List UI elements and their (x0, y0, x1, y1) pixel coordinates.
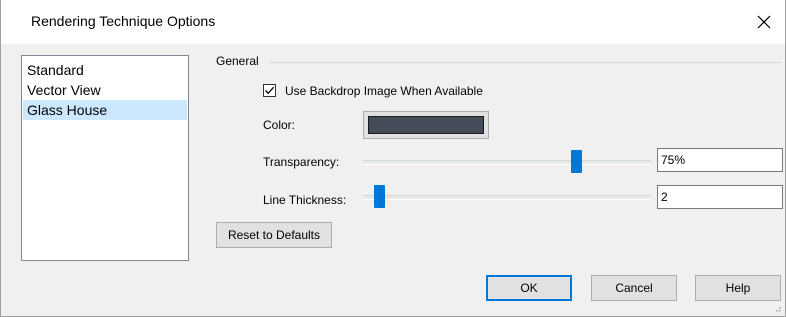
help-button[interactable]: Help (695, 275, 781, 301)
transparency-slider[interactable] (363, 150, 651, 174)
resize-grip-icon[interactable] (771, 302, 781, 312)
transparency-slider-track (363, 160, 651, 165)
check-icon (265, 86, 275, 95)
color-picker-button[interactable] (363, 111, 489, 139)
reset-to-defaults-button[interactable]: Reset to Defaults (216, 222, 332, 248)
transparency-input[interactable]: 75% (657, 148, 783, 172)
list-item-glass-house[interactable]: Glass House (23, 100, 187, 120)
line-thickness-input[interactable]: 2 (657, 185, 783, 209)
line-thickness-label: Line Thickness: (263, 193, 347, 207)
transparency-label: Transparency: (263, 155, 340, 169)
backdrop-checkbox[interactable] (263, 84, 276, 97)
group-divider (269, 62, 781, 63)
line-thickness-slider-track (363, 195, 651, 200)
list-item-vector-view[interactable]: Vector View (23, 80, 187, 100)
line-thickness-slider[interactable] (363, 185, 651, 209)
technique-list[interactable]: Standard Vector View Glass House (21, 55, 189, 261)
color-swatch (368, 116, 484, 134)
line-thickness-slider-thumb[interactable] (374, 185, 385, 208)
cancel-button[interactable]: Cancel (591, 275, 677, 301)
title-bar[interactable]: Rendering Technique Options (1, 0, 785, 44)
color-label: Color: (263, 118, 296, 132)
close-button[interactable] (743, 0, 785, 44)
backdrop-checkbox-label[interactable]: Use Backdrop Image When Available (285, 84, 483, 98)
list-item-standard[interactable]: Standard (23, 60, 187, 80)
general-group-label: General (216, 54, 259, 68)
close-icon (757, 15, 771, 29)
rendering-technique-dialog: Rendering Technique Options Standard Vec… (0, 0, 786, 317)
ok-button[interactable]: OK (486, 275, 572, 301)
dialog-title: Rendering Technique Options (31, 13, 216, 29)
transparency-slider-thumb[interactable] (571, 150, 582, 173)
